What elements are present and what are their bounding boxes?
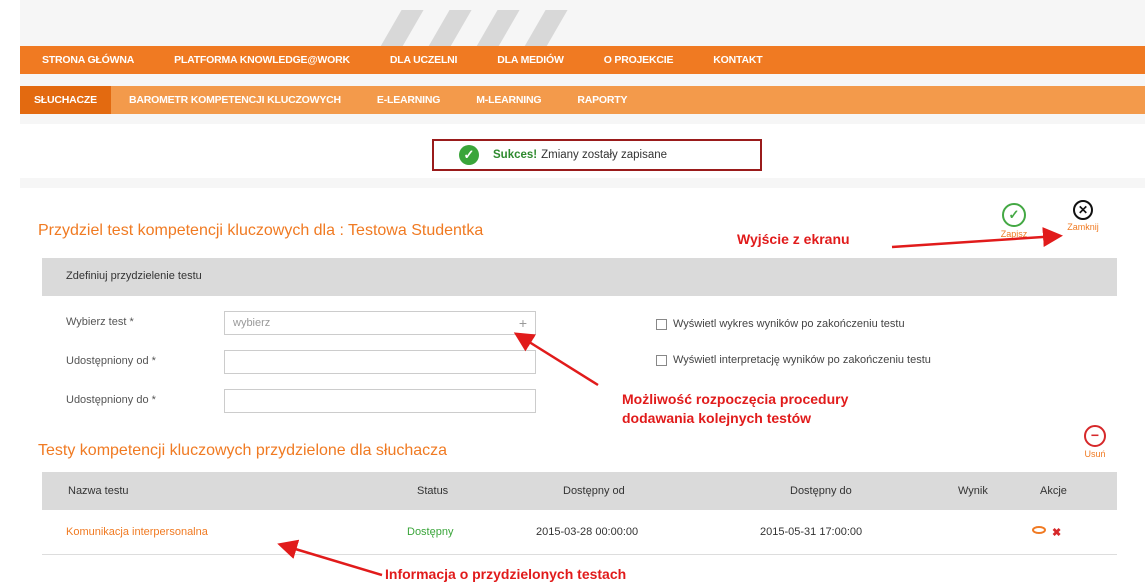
- arrow-to-row: [277, 539, 383, 577]
- annotation-arrows: [277, 227, 1063, 577]
- arrow-to-close: [891, 227, 1063, 249]
- arrow-to-plus: [513, 332, 599, 387]
